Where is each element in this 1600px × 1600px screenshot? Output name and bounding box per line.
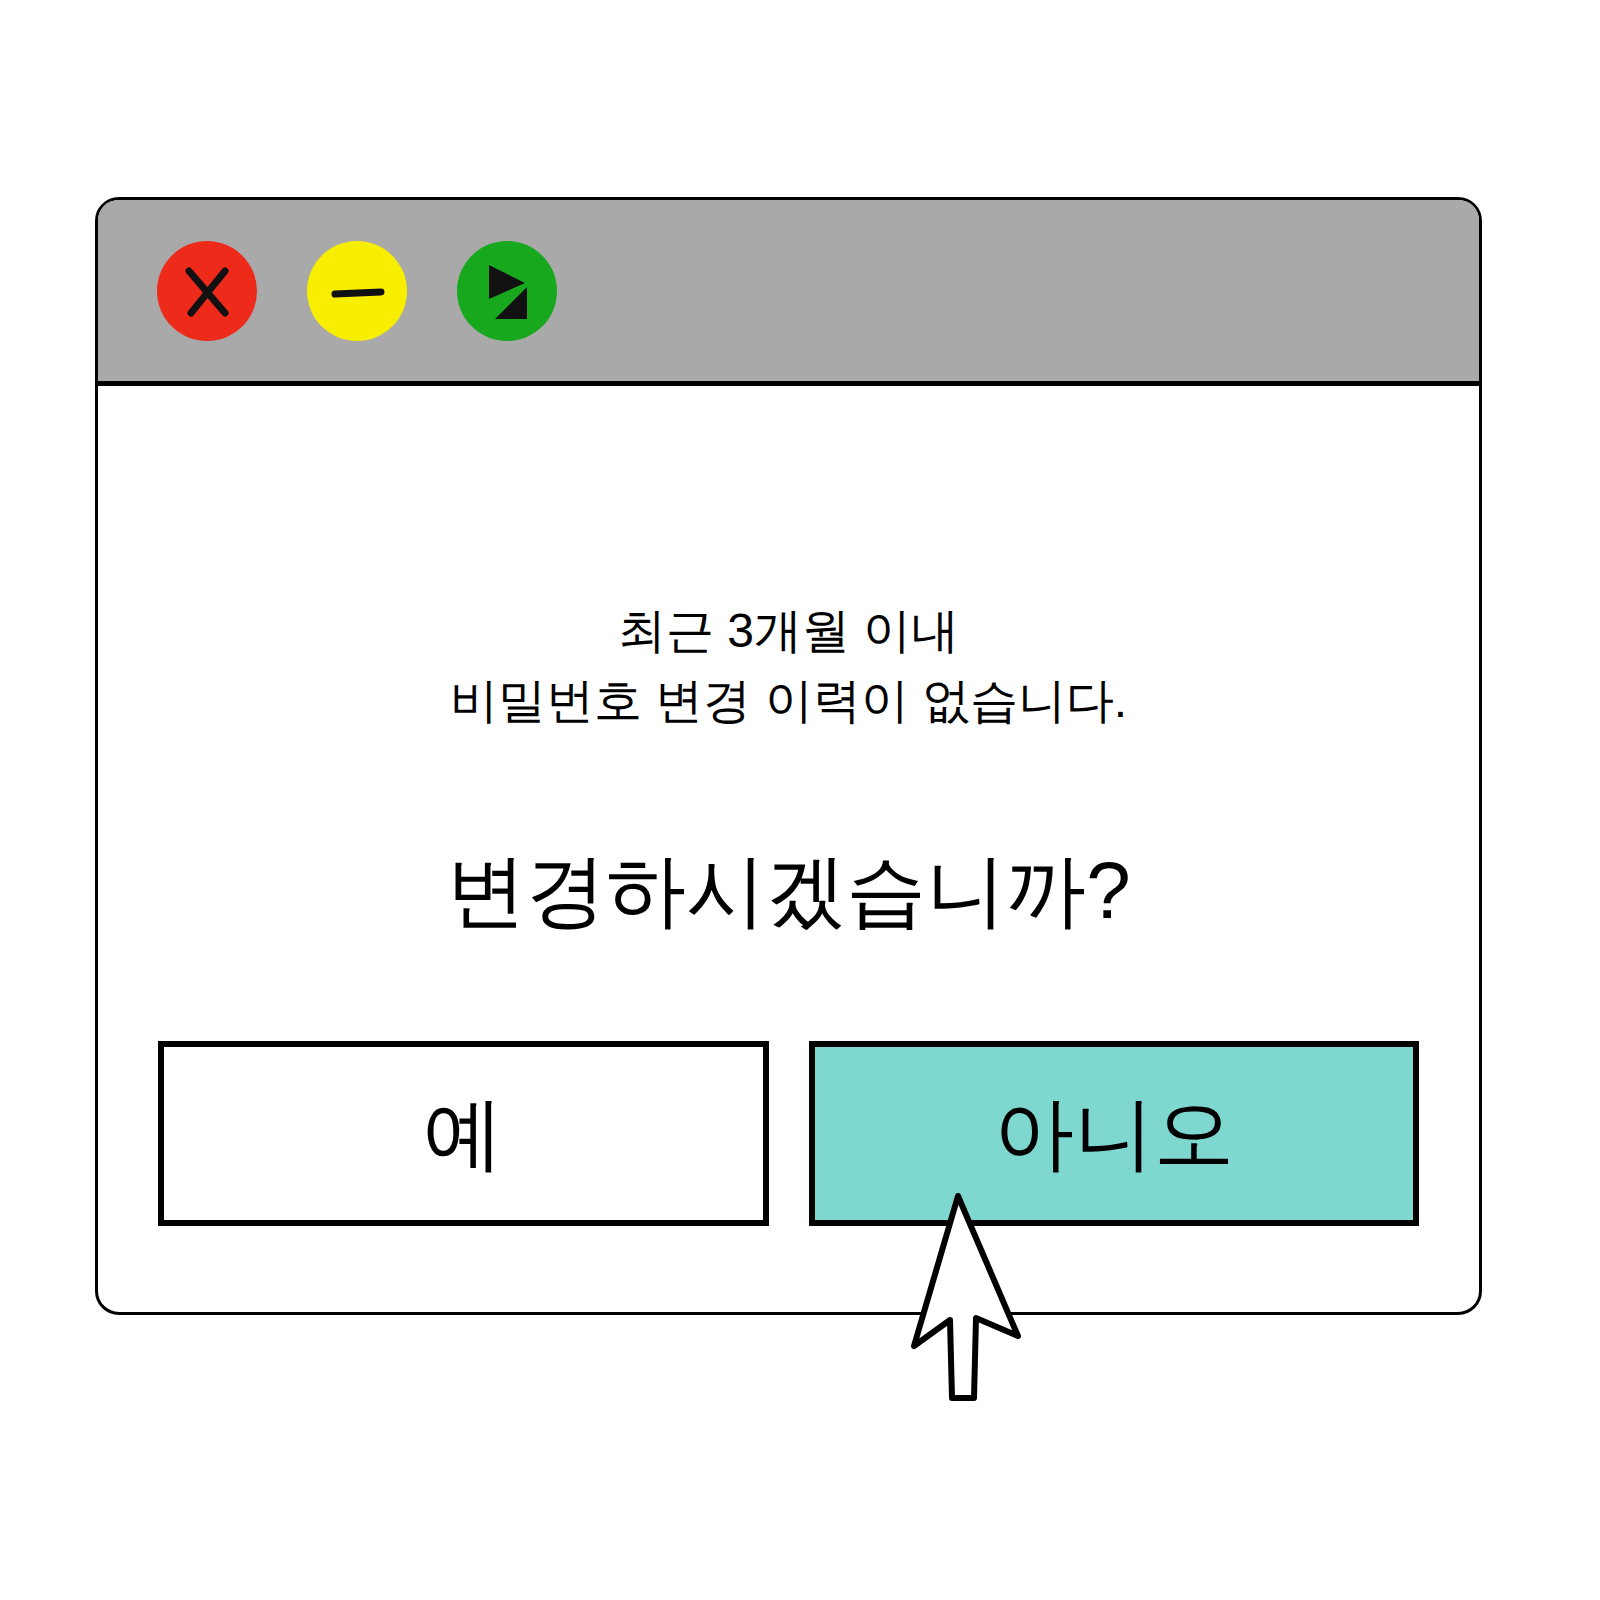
page: 최근 3개월 이내비밀번호 변경 이력이 없습니다. 변경하시겠습니까? 예아니오: [0, 0, 1600, 1600]
minimize-icon[interactable]: [305, 239, 409, 343]
no-button[interactable]: 아니오: [809, 1041, 1420, 1226]
question: 변경하시겠습니까?: [446, 841, 1131, 941]
maximize-icon[interactable]: [455, 239, 559, 343]
dialog-body: 최근 3개월 이내비밀번호 변경 이력이 없습니다. 변경하시겠습니까? 예아니오: [98, 386, 1479, 1312]
title-bar[interactable]: [98, 200, 1479, 386]
message-line: 최근 3개월 이내: [618, 596, 959, 666]
cursor-icon: [906, 1188, 1026, 1408]
yes-button[interactable]: 예: [158, 1041, 769, 1226]
close-icon[interactable]: [155, 239, 259, 343]
message: 최근 3개월 이내비밀번호 변경 이력이 없습니다.: [450, 596, 1127, 736]
button-row: 예아니오: [98, 1041, 1479, 1226]
message-line: 비밀번호 변경 이력이 없습니다.: [450, 666, 1127, 736]
dialog-window: 최근 3개월 이내비밀번호 변경 이력이 없습니다. 변경하시겠습니까? 예아니오: [95, 197, 1482, 1315]
